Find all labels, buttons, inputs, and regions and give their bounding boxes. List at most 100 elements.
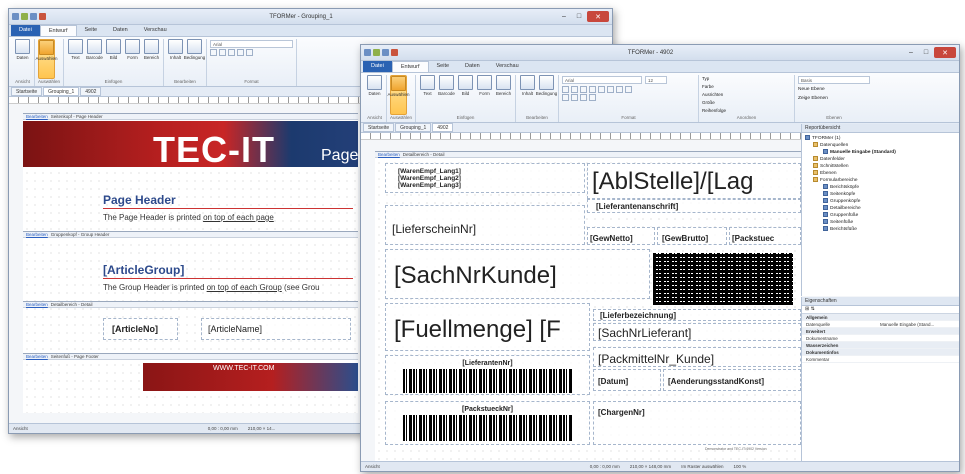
tree-node-pageheads[interactable]: Seitenköpfe	[805, 191, 959, 198]
prop-row[interactable]: Dokumentname	[802, 335, 959, 342]
tab-verschau[interactable]: Verschau	[136, 25, 175, 36]
sachnr-kunde-field[interactable]: [SachNrKunde]	[385, 249, 650, 299]
band-page-footer[interactable]: Bearbeiten Seitenfuß - Page Footer	[23, 353, 358, 360]
waren-empf-field[interactable]: [WarenEmpf_Lang1] [WarenEmpf_Lang2] [Waren…	[385, 163, 585, 193]
doc-tab-start[interactable]: Startseite	[11, 87, 43, 96]
gew-netto-field[interactable]: [GewNetto]	[587, 227, 655, 245]
barcode-button[interactable]: Barcode	[86, 39, 103, 79]
tab-daten[interactable]: Daten	[457, 61, 488, 72]
fuellmenge-field[interactable]: [Fuellmenge] [F	[385, 303, 590, 351]
quick-access-toolbar[interactable]	[12, 13, 46, 20]
prop-row[interactable]: Kommentar	[802, 356, 959, 363]
reihenfolge-button[interactable]: Reihenfolge	[702, 107, 791, 115]
tree-node-pagefeet[interactable]: Seitenfüße	[805, 219, 959, 226]
tree-node-manual[interactable]: Manuelle Eingabe (Standard)	[805, 149, 959, 156]
minimize-button[interactable]: –	[557, 11, 571, 22]
groesse-button[interactable]: Größe	[702, 99, 791, 107]
prop-row[interactable]: Erweitert	[802, 328, 959, 335]
layer-combo[interactable]: Basis	[798, 76, 871, 84]
typ-button[interactable]: Typ	[702, 75, 791, 83]
prop-row[interactable]: Datenquelle Manuelle Eingabe (Stand...	[802, 321, 959, 328]
tab-seite[interactable]: Seite	[77, 25, 106, 36]
bedingung-button[interactable]: Bedingung	[184, 39, 205, 79]
daten-button[interactable]: Daten	[14, 39, 31, 79]
tab-entwurf[interactable]: Entwurf	[39, 25, 77, 36]
tree-node-reportfeet[interactable]: Berichtsfüße	[805, 226, 959, 233]
show-layers-button[interactable]: Zeige Ebenen	[798, 94, 870, 103]
prop-row[interactable]: Dokumentinfos	[802, 349, 959, 356]
grid-select-button[interactable]: Im Raster auswählen	[681, 464, 723, 469]
barcode-2d[interactable]	[653, 253, 793, 305]
report-tree[interactable]: TFORMer (1) Datenquellen Manuelle Eingab…	[802, 133, 959, 233]
doc-tab-grouping[interactable]: Grouping_1	[43, 87, 80, 96]
doc-tab-4902[interactable]: 4902	[432, 123, 454, 132]
close-button[interactable]: ✕	[934, 47, 956, 58]
ausrichten-button[interactable]: Ausrichten	[702, 91, 791, 99]
quick-access-toolbar[interactable]	[364, 49, 398, 56]
minimize-button[interactable]: –	[904, 47, 918, 58]
tab-datei[interactable]: Datei	[11, 25, 40, 36]
size-combo[interactable]: 12	[645, 76, 668, 84]
barcode-button[interactable]: Barcode	[438, 75, 455, 115]
inhalt-button[interactable]: Inhalt	[519, 75, 536, 115]
tab-entwurf[interactable]: Entwurf	[391, 61, 429, 72]
tab-verschau[interactable]: Verschau	[488, 61, 527, 72]
barcode-lieferant[interactable]	[403, 369, 573, 393]
tree-node-layers[interactable]: Ebenen	[805, 170, 959, 177]
bereich-button[interactable]: Bereich	[495, 75, 512, 115]
band-group-header[interactable]: Bearbeiten Gruppenkopf - Group Header	[23, 231, 358, 238]
font-combo[interactable]: Arial	[562, 76, 643, 84]
tree-node-groupheads[interactable]: Gruppenköpfe	[805, 198, 959, 205]
tab-daten[interactable]: Daten	[105, 25, 136, 36]
maximize-button[interactable]: □	[572, 11, 586, 22]
lieferschein-field[interactable]: [LieferscheinNr]	[385, 205, 585, 245]
tree-node-interfaces[interactable]: Schnittstellen	[805, 163, 959, 170]
prop-row[interactable]: Allgemein	[802, 314, 959, 321]
form-button[interactable]: Form	[124, 39, 141, 79]
aenderung-field[interactable]: [AenderungsstandKonst]	[663, 369, 801, 391]
auswaehlen-button[interactable]: Auswählen	[388, 75, 410, 115]
font-combo[interactable]: Arial	[210, 40, 294, 48]
prop-row[interactable]: Wasserzeichen	[802, 342, 959, 349]
tree-node-root[interactable]: TFORMer (1)	[805, 135, 959, 142]
doc-tab-start[interactable]: Startseite	[363, 123, 395, 132]
design-canvas[interactable]: Bearbeiten Seitenkopf - Page Header TEC-I…	[23, 113, 358, 413]
barcode-packstueck[interactable]	[403, 415, 573, 441]
band-detail[interactable]: Bearbeiten Detailbereich - Detail	[375, 151, 801, 158]
lieferbezeichnung-field[interactable]: [Lieferbezeichnung]	[593, 309, 801, 321]
article-name-field[interactable]: [ArticleName]	[201, 318, 351, 340]
text-button[interactable]: Text	[67, 39, 84, 79]
auswaehlen-button[interactable]: Auswählen	[36, 39, 58, 79]
tab-datei[interactable]: Datei	[363, 61, 392, 72]
properties-toolbar[interactable]: ⊞ ⇅	[802, 306, 959, 314]
design-canvas[interactable]: Bearbeiten Detailbereich - Detail [WarenE…	[375, 151, 801, 461]
zoom-level[interactable]: 100 %	[733, 464, 746, 469]
close-button[interactable]: ✕	[587, 11, 609, 22]
farbe-button[interactable]: Farbe	[702, 83, 791, 91]
bild-button[interactable]: Bild	[105, 39, 122, 79]
ablstelle-field[interactable]: [AblStelle]/[Lag	[587, 163, 801, 199]
bild-button[interactable]: Bild	[457, 75, 474, 115]
sachnr-lieferant-field[interactable]: [SachNrLieferant]	[593, 323, 801, 341]
article-no-field[interactable]: [ArticleNo]	[103, 318, 178, 340]
daten-button[interactable]: Daten	[366, 75, 383, 115]
bedingung-button[interactable]: Bedingung	[536, 75, 557, 115]
maximize-button[interactable]: □	[919, 47, 933, 58]
packstueck-head-field[interactable]: [Packstuec	[729, 227, 801, 245]
tree-node-groupfeet[interactable]: Gruppenfüße	[805, 212, 959, 219]
tab-seite[interactable]: Seite	[429, 61, 458, 72]
tree-node-reportheads[interactable]: Berichtsköpfe	[805, 184, 959, 191]
band-page-header[interactable]: Bearbeiten Seitenkopf - Page Header	[23, 113, 358, 120]
tree-node-areas[interactable]: Formularbereiche	[805, 177, 959, 184]
bereich-button[interactable]: Bereich	[143, 39, 160, 79]
gew-brutto-field[interactable]: [GewBrutto]	[657, 227, 727, 245]
doc-tab-grouping[interactable]: Grouping_1	[395, 123, 432, 132]
datum-field[interactable]: [Datum]	[593, 369, 661, 391]
tree-node-datasources[interactable]: Datenquellen	[805, 142, 959, 149]
new-layer-button[interactable]: Neue Ebene	[798, 85, 870, 94]
band-detail[interactable]: Bearbeiten Detailbereich - Detail	[23, 301, 358, 308]
tree-node-details[interactable]: Detailbereiche	[805, 205, 959, 212]
doc-tab-4902[interactable]: 4902	[80, 87, 102, 96]
form-button[interactable]: Form	[476, 75, 493, 115]
text-button[interactable]: Text	[419, 75, 436, 115]
